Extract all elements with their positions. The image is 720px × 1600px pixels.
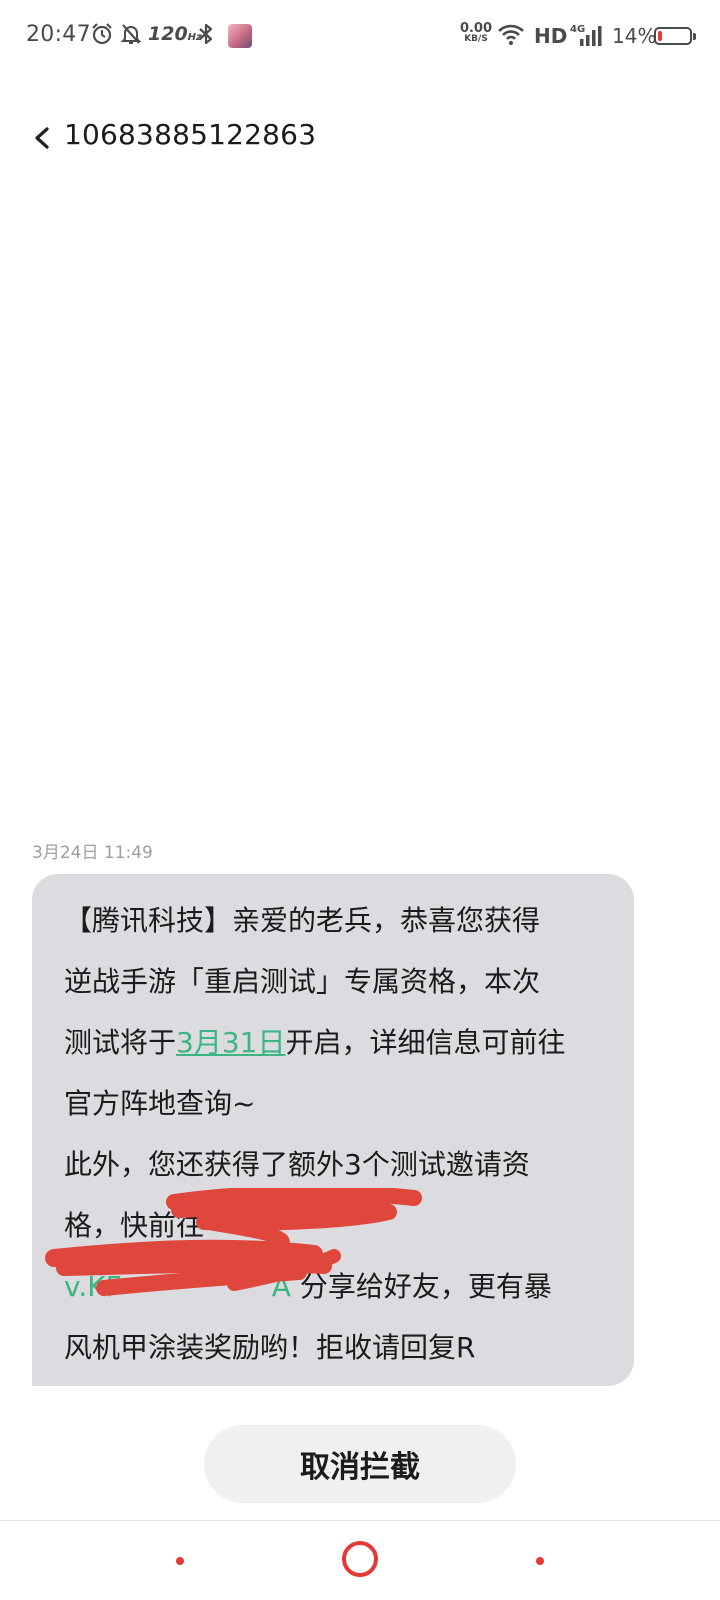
refresh-rate-indicator: 120Hz	[148, 23, 202, 45]
message-bubble[interactable]: 【腾讯科技】亲爱的老兵，恭喜您获得 逆战手游「重启测试」专属资格，本次 测试将于…	[32, 874, 634, 1386]
signal-icon	[580, 26, 602, 46]
date-link[interactable]: 3月31日	[176, 1026, 285, 1059]
message-line: 逆战手游「重启测试」专属资格，本次	[64, 965, 541, 998]
nav-home-button[interactable]	[342, 1541, 378, 1577]
message-line: 此外，您还获得了额外3个测试邀请资	[64, 1148, 530, 1181]
message-line: 【腾讯科技】亲爱的老兵，恭喜您获得	[64, 904, 541, 937]
battery-percent: 14%	[612, 24, 657, 48]
message-line: 官方阵地查询~	[64, 1087, 256, 1120]
nav-back-button[interactable]	[176, 1557, 184, 1565]
battery-icon	[654, 27, 696, 45]
message-line: 格，快前往	[64, 1209, 205, 1242]
status-bar: 20:47 120Hz 0.00 KB/S HD 4G 14%	[0, 0, 720, 74]
sender-number: 10683885122863	[64, 118, 317, 151]
message-line: 测试将于3月31日开启，详细信息可前往	[64, 1026, 566, 1059]
status-time: 20:47	[26, 22, 91, 47]
message-line: v.KF A 分享给好友，更有暴	[64, 1270, 552, 1303]
network-speed: 0.00 KB/S	[459, 21, 493, 44]
battery-level-fill	[658, 31, 662, 41]
unblock-button[interactable]: 取消拦截	[204, 1425, 516, 1503]
message-line: 风机甲涂装奖励哟！拒收请回复R	[64, 1331, 476, 1364]
alarm-icon	[92, 23, 112, 45]
message-timestamp: 3月24日 11:49	[32, 843, 153, 863]
conversation-header: 10683885122863	[0, 110, 720, 166]
app-notification-avatar-icon	[228, 24, 252, 48]
redacted-url-link[interactable]: v.KF	[64, 1270, 122, 1303]
mute-bell-icon	[120, 24, 142, 44]
back-arrow-icon[interactable]	[26, 120, 62, 156]
hd-voice-indicator: HD	[534, 24, 568, 48]
nav-recents-button[interactable]	[536, 1557, 544, 1565]
bluetooth-icon	[199, 23, 213, 45]
wifi-icon	[498, 24, 524, 45]
nav-divider	[0, 1520, 720, 1521]
